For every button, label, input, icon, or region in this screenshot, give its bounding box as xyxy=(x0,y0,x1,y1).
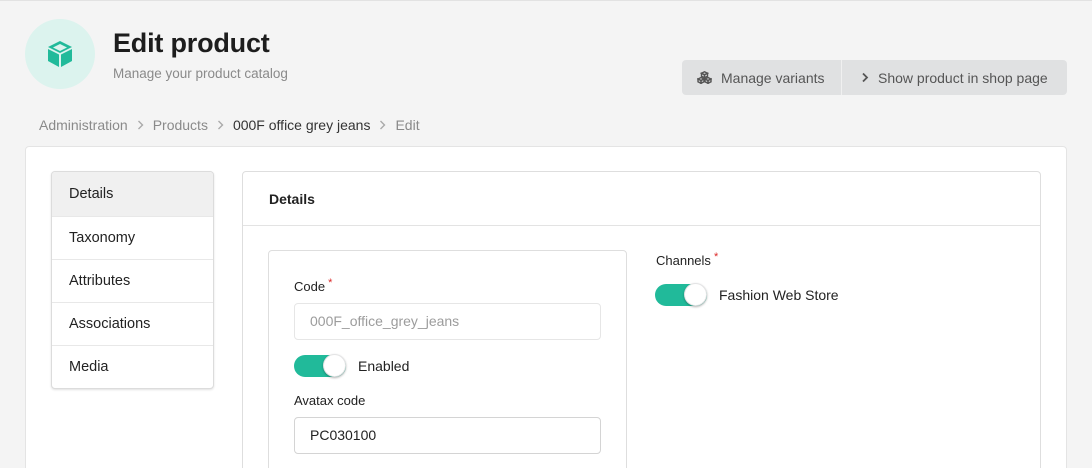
page-title: Edit product xyxy=(113,28,270,58)
code-label-text: Code xyxy=(294,279,326,294)
show-in-shop-label: Show product in shop page xyxy=(878,69,1048,86)
manage-variants-label: Manage variants xyxy=(721,69,825,86)
cubes-icon xyxy=(697,71,712,84)
avatax-code-input[interactable]: PC030100 xyxy=(294,417,601,454)
breadcrumb-administration[interactable]: Administration xyxy=(39,117,128,133)
channel-fashion-web-store-label: Fashion Web Store xyxy=(719,287,839,303)
manage-variants-button[interactable]: Manage variants xyxy=(682,60,841,95)
chevron-right-icon xyxy=(379,120,386,130)
enabled-toggle[interactable] xyxy=(294,354,346,377)
side-menu-item-taxonomy[interactable]: Taxonomy xyxy=(52,216,213,259)
cube-icon xyxy=(48,41,72,67)
required-marker: * xyxy=(328,277,333,289)
side-menu-item-media[interactable]: Media xyxy=(52,345,213,388)
side-menu-item-attributes[interactable]: Attributes xyxy=(52,259,213,302)
side-menu-item-associations[interactable]: Associations xyxy=(52,302,213,345)
avatax-code-label: Avatax code xyxy=(294,393,366,408)
side-menu: Details Taxonomy Attributes Associations… xyxy=(51,171,214,389)
side-menu-item-details[interactable]: Details xyxy=(52,172,213,216)
header-actions: Manage variants Show product in shop pag… xyxy=(682,60,1067,95)
required-marker: * xyxy=(713,251,719,263)
code-input[interactable]: 000F_office_grey_jeans xyxy=(294,303,601,340)
code-label: Code * xyxy=(294,277,333,294)
show-in-shop-button[interactable]: Show product in shop page xyxy=(841,60,1067,95)
product-header-icon-wrap xyxy=(25,19,95,89)
channels-label-text: Channels xyxy=(656,253,711,268)
toggle-knob xyxy=(684,283,707,306)
enabled-label: Enabled xyxy=(358,358,410,374)
breadcrumb-products[interactable]: Products xyxy=(153,117,208,133)
page-subtitle: Manage your product catalog xyxy=(113,66,288,81)
channel-fashion-web-store-toggle[interactable] xyxy=(655,283,707,306)
chevron-right-icon xyxy=(217,120,224,130)
breadcrumb: Administration Products 000F office grey… xyxy=(39,117,420,133)
channels-label: Channels * xyxy=(656,251,719,268)
chevron-right-icon xyxy=(137,120,144,130)
chevron-right-icon xyxy=(861,72,869,83)
toggle-knob xyxy=(323,354,346,377)
breadcrumb-product[interactable]: 000F office grey jeans xyxy=(233,117,371,133)
top-divider xyxy=(0,0,1092,1)
breadcrumb-edit: Edit xyxy=(395,117,420,133)
details-title: Details xyxy=(243,172,1040,226)
